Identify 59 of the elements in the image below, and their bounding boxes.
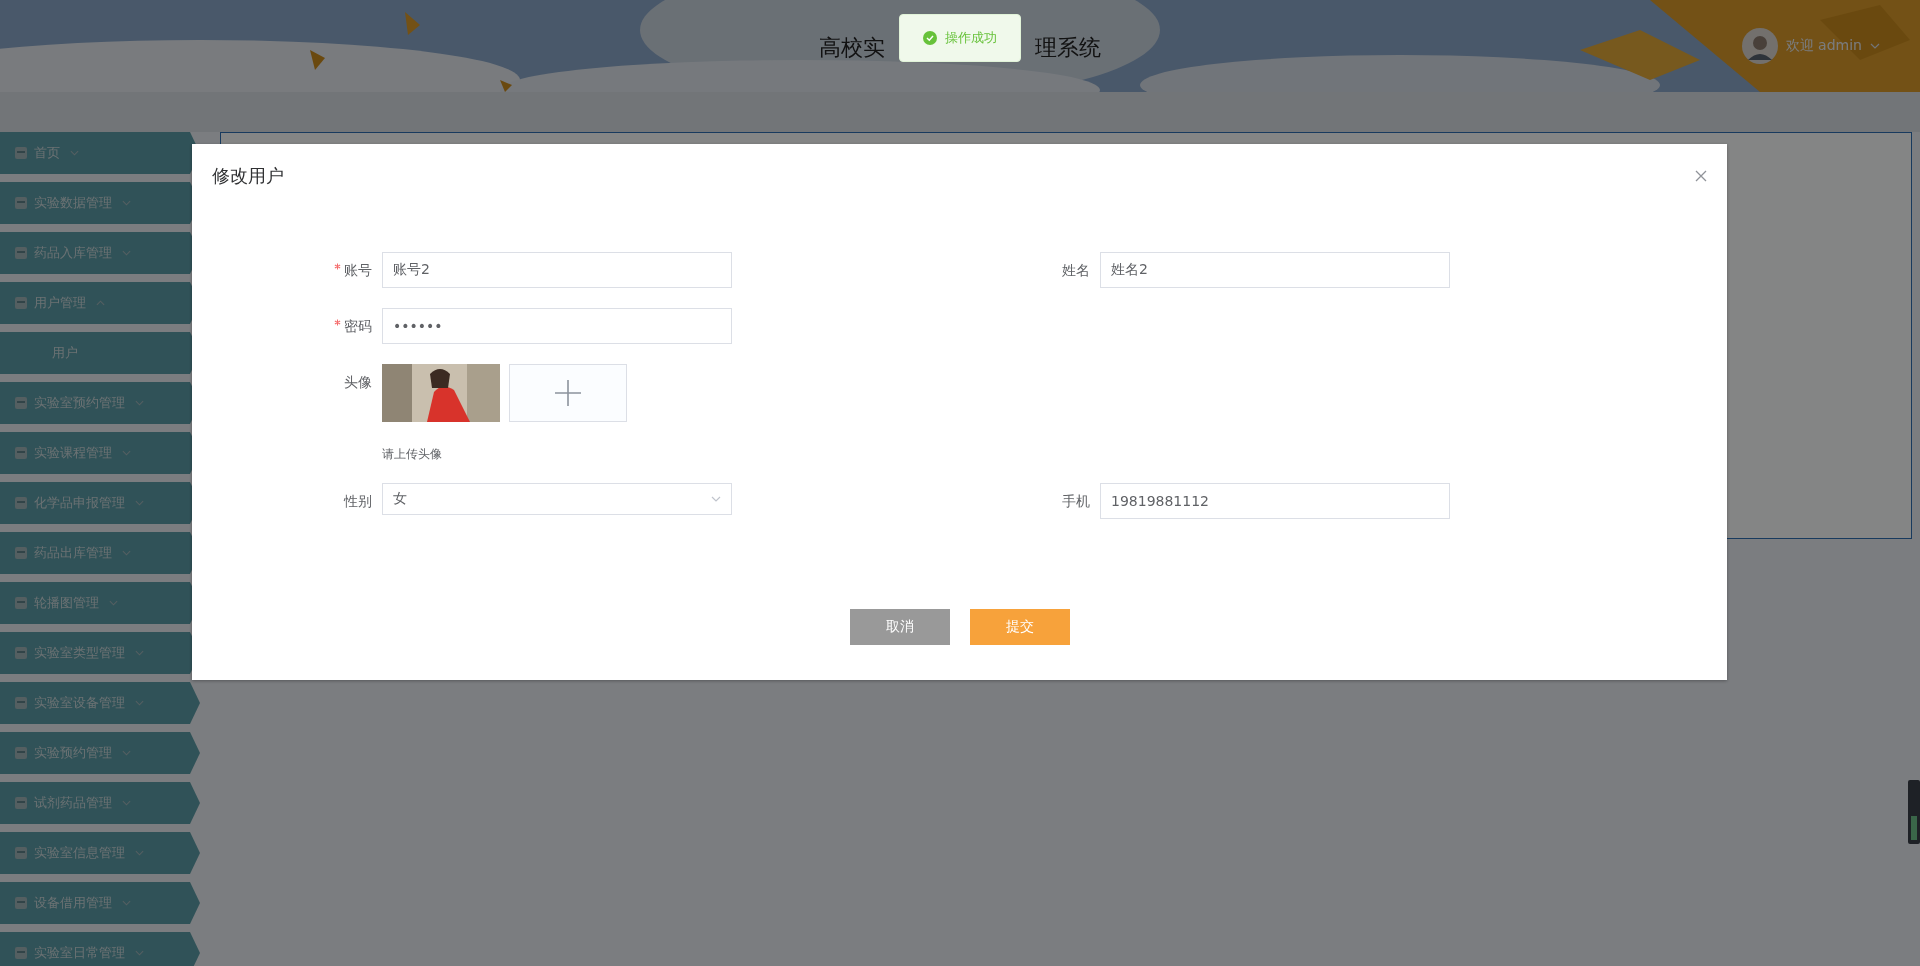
menu-icon [14,796,28,810]
menu-icon [14,846,28,860]
field-label: 性别 [344,492,372,511]
chevron-up-icon [96,300,105,306]
chevron-down-icon [122,550,131,556]
menu-icon [14,546,28,560]
select-field[interactable]: 女 [382,483,732,515]
chevron-down-icon [122,250,131,256]
menu-icon [14,246,28,260]
menu-icon [14,446,28,460]
chevron-down-icon [711,496,721,502]
chevron-down-icon [122,750,131,756]
chevron-down-icon [70,150,79,156]
chevron-down-icon [122,800,131,806]
menu-icon [14,946,28,960]
menu-icon [14,396,28,410]
field-label: 手机 [1062,492,1090,511]
system-title: 理系统 [1035,34,1101,62]
avatar-icon [1741,28,1778,64]
chevron-down-icon [122,200,131,206]
input-field[interactable]: 账号2 [382,252,732,288]
field-label: 头像 [344,373,372,392]
chevron-down-icon [135,500,144,506]
input-field[interactable]: 19819881112 [1100,483,1450,519]
chevron-down-icon [122,900,131,906]
close-icon[interactable] [1695,170,1707,182]
cancel-button[interactable]: 取消 [849,609,950,645]
welcome-text: 欢迎 admin [1785,37,1862,55]
chevron-down-icon [135,700,144,706]
chevron-down-icon [122,450,131,456]
input-field[interactable]: •••••• [382,308,732,344]
upload-button[interactable] [509,364,627,422]
chevron-down-icon [135,650,144,656]
menu-icon [14,496,28,510]
system-title: 高校实 [819,34,885,62]
plus-icon [554,379,582,407]
chevron-down-icon [109,600,118,606]
check-circle-icon [923,31,937,45]
submit-button[interactable]: 提交 [969,609,1070,645]
chevron-down-icon [135,850,144,856]
upload-hint: 请上传头像 [382,446,443,463]
menu-icon [14,746,28,760]
field-label: 姓名 [1062,261,1090,280]
menu-icon [14,646,28,660]
menu-icon [14,596,28,610]
chevron-down-icon [135,400,144,406]
field-label: 账号 [344,261,372,280]
volume-meter-icon [1908,780,1920,844]
chevron-down-icon[interactable] [1870,43,1880,49]
input-field[interactable]: 姓名2 [1100,252,1450,288]
chevron-down-icon [135,950,144,956]
field-label: 密码 [344,317,372,336]
menu-icon [14,896,28,910]
menu-icon [14,146,28,160]
menu-icon [14,196,28,210]
menu-icon [14,696,28,710]
dialog-title: 修改用户 [212,164,284,188]
menu-icon [14,296,28,310]
toast-message: 操作成功 [945,29,997,47]
